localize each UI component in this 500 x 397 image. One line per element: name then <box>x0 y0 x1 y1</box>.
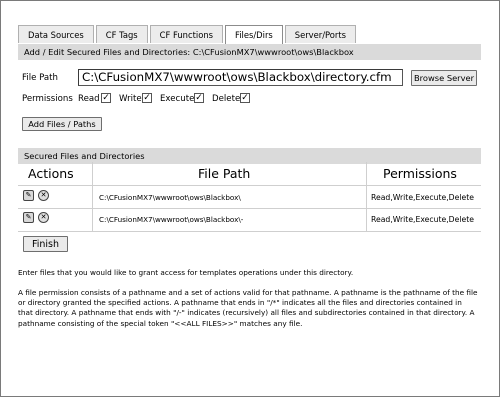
file-path-input[interactable]: C:\CFusionMX7\wwwroot\ows\Blackbox\direc… <box>78 69 403 86</box>
file-path-label: File Path <box>22 73 58 83</box>
table-divider <box>18 208 481 209</box>
edit-icon[interactable]: ✎ <box>23 190 34 201</box>
column-divider <box>92 162 93 231</box>
delete-checkbox[interactable]: ✓ <box>240 93 250 103</box>
row-permissions: Read,Write,Execute,Delete <box>371 215 474 224</box>
execute-checkbox[interactable]: ✓ <box>194 93 204 103</box>
edit-icon[interactable]: ✎ <box>23 212 34 223</box>
delete-label: Delete <box>212 94 241 104</box>
delete-icon[interactable]: ✕ <box>38 190 49 201</box>
file-path-column-header: File Path <box>198 166 251 181</box>
add-files-paths-button[interactable]: Add Files / Paths <box>22 117 102 131</box>
delete-icon[interactable]: ✕ <box>38 212 49 223</box>
table-divider <box>18 185 481 186</box>
execute-label: Execute <box>160 94 195 104</box>
read-checkbox[interactable]: ✓ <box>101 93 111 103</box>
edit-section-header: Add / Edit Secured Files and Directories… <box>18 44 481 60</box>
browse-server-button[interactable]: Browse Server <box>411 70 477 86</box>
actions-column-header: Actions <box>28 166 74 181</box>
edit-section-title: Add / Edit Secured Files and Directories… <box>24 47 354 57</box>
tab-server-ports[interactable]: Server/Ports <box>284 25 357 43</box>
permissions-label: Permissions <box>22 94 73 104</box>
tab-files-dirs[interactable]: Files/Dirs <box>224 25 283 44</box>
tab-bar: Data Sources CF Tags CF Functions Files/… <box>18 25 358 44</box>
tab-cf-functions[interactable]: CF Functions <box>149 25 223 43</box>
row-file-path: C:\CFusionMX7\wwwroot\ows\Blackbox\ <box>99 193 241 202</box>
row-permissions: Read,Write,Execute,Delete <box>371 193 474 202</box>
permissions-column-header: Permissions <box>383 166 457 181</box>
secured-section-header: Secured Files and Directories <box>18 148 481 164</box>
column-divider <box>366 162 367 231</box>
finish-button[interactable]: Finish <box>23 236 68 252</box>
table-divider <box>18 231 481 232</box>
tab-cf-tags[interactable]: CF Tags <box>95 25 148 43</box>
write-label: Write <box>119 94 142 104</box>
secured-section-title: Secured Files and Directories <box>24 151 145 161</box>
tab-data-sources[interactable]: Data Sources <box>18 25 94 43</box>
write-checkbox[interactable]: ✓ <box>142 93 152 103</box>
row-file-path: C:\CFusionMX7\wwwroot\ows\Blackbox\- <box>99 215 244 224</box>
read-label: Read <box>78 94 100 104</box>
help-details: A file permission consists of a pathname… <box>18 288 478 328</box>
help-intro: Enter files that you would like to grant… <box>18 268 354 277</box>
